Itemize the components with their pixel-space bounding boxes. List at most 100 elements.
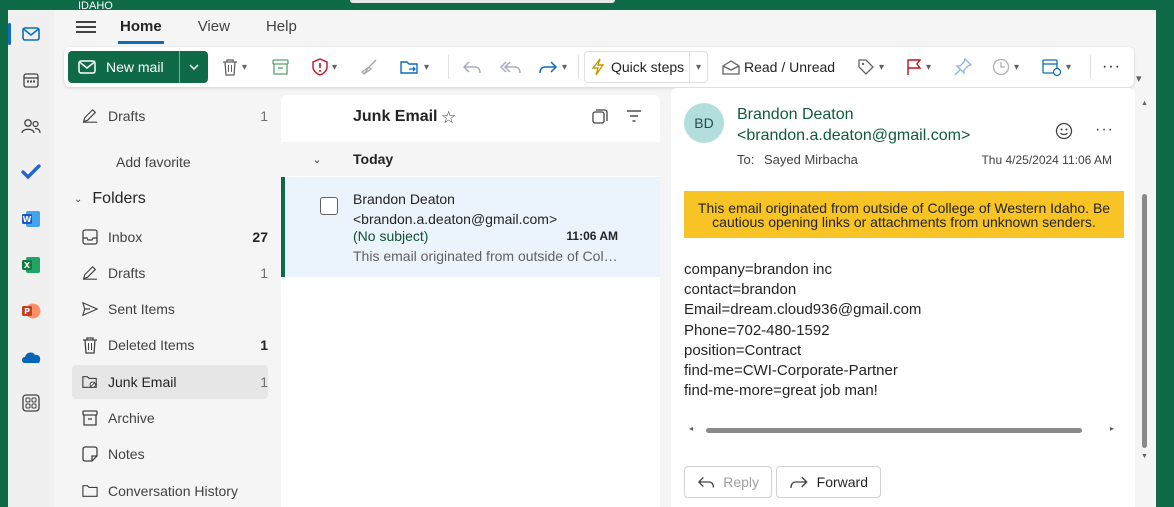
more-options-icon[interactable]: ··· bbox=[1102, 53, 1121, 81]
org-logo-text: IDAHO bbox=[78, 0, 113, 12]
apps-icon[interactable] bbox=[14, 386, 48, 420]
expand-ribbon-icon[interactable]: ▾ bbox=[1136, 72, 1142, 85]
reply-toolbar-button[interactable] bbox=[462, 53, 482, 81]
group-header-today[interactable]: ⌄ Today bbox=[281, 142, 660, 176]
mail-icon[interactable] bbox=[8, 17, 48, 51]
pin-button[interactable] bbox=[954, 53, 972, 81]
message-body: company=brandon inc contact=brandon Emai… bbox=[684, 260, 921, 401]
select-all-icon[interactable] bbox=[592, 109, 608, 125]
tab-help[interactable]: Help bbox=[264, 16, 299, 44]
folder-item-sent[interactable]: Sent Items bbox=[72, 292, 268, 326]
filter-icon[interactable] bbox=[626, 109, 642, 123]
sender-block[interactable]: Brandon Deaton <brandon.a.deaton@gmail.c… bbox=[737, 104, 970, 146]
message-item[interactable]: Brandon Deaton <brandon.a.deaton@gmail.c… bbox=[281, 177, 660, 277]
todo-icon[interactable] bbox=[14, 155, 48, 189]
horizontal-scrollbar[interactable]: ◂ ▸ bbox=[689, 424, 1114, 436]
message-checkbox[interactable] bbox=[320, 197, 338, 215]
scroll-down-icon[interactable]: ▼ bbox=[1141, 453, 1148, 460]
recipient-name[interactable]: Sayed Mirbacha bbox=[764, 152, 858, 167]
new-mail-dropdown[interactable] bbox=[179, 51, 208, 83]
folder-count: 27 bbox=[252, 229, 268, 245]
reply-icon bbox=[462, 61, 481, 74]
scrollbar-thumb[interactable] bbox=[1142, 194, 1147, 448]
message-time: 11:06 AM bbox=[566, 229, 618, 243]
scroll-right-icon[interactable]: ▸ bbox=[1110, 424, 1114, 433]
powerpoint-icon[interactable]: P bbox=[14, 294, 48, 328]
body-line: company=brandon inc bbox=[684, 261, 833, 278]
rules-button[interactable]: ▾ bbox=[1042, 53, 1071, 81]
chevron-down-icon[interactable]: ▾ bbox=[332, 62, 337, 73]
tab-view[interactable]: View bbox=[196, 16, 232, 44]
archive-button[interactable] bbox=[272, 53, 289, 81]
quick-steps-button[interactable]: Quick steps ▾ bbox=[584, 51, 708, 83]
trash-icon bbox=[83, 337, 97, 354]
categorize-button[interactable]: ▾ bbox=[857, 53, 884, 81]
emoji-reaction-icon[interactable] bbox=[1055, 122, 1073, 140]
folders-section-header[interactable]: ⌄ Folders bbox=[74, 190, 146, 208]
group-label: Today bbox=[353, 151, 394, 167]
chevron-down-icon[interactable]: ▾ bbox=[1066, 62, 1071, 73]
chevron-down-icon[interactable]: ▾ bbox=[424, 62, 429, 73]
vertical-scrollbar[interactable]: ▲ ▼ bbox=[1140, 100, 1148, 460]
scroll-up-icon[interactable]: ▲ bbox=[1141, 100, 1148, 107]
chevron-down-icon[interactable]: ▾ bbox=[926, 62, 931, 73]
people-icon[interactable] bbox=[14, 109, 48, 143]
search-bar[interactable] bbox=[350, 0, 615, 3]
tab-home[interactable]: Home bbox=[118, 16, 164, 44]
folder-label: Notes bbox=[108, 446, 145, 462]
folder-item-archive[interactable]: Archive bbox=[72, 401, 268, 435]
excel-icon[interactable]: X bbox=[14, 248, 48, 282]
chevron-down-icon[interactable]: ▾ bbox=[562, 62, 567, 73]
forward-button[interactable]: Forward bbox=[776, 466, 881, 498]
favorite-item-drafts[interactable]: Drafts 1 bbox=[72, 99, 268, 133]
notes-icon bbox=[82, 446, 98, 462]
scroll-left-icon[interactable]: ◂ bbox=[689, 424, 693, 433]
more-actions-icon[interactable]: ··· bbox=[1095, 122, 1114, 140]
word-icon[interactable]: W bbox=[14, 202, 48, 236]
new-mail-button[interactable]: New mail bbox=[68, 51, 208, 83]
chevron-down-icon[interactable]: ▾ bbox=[242, 62, 247, 73]
folder-item-conversation-history[interactable]: Conversation History bbox=[72, 474, 268, 507]
banner-line-1: This email originated from outside of Co… bbox=[697, 200, 1111, 216]
toolbar-separator bbox=[1090, 55, 1091, 79]
app-rail: W X P bbox=[8, 10, 54, 507]
reply-button[interactable]: Reply bbox=[684, 466, 772, 498]
body-line: find-me=CWI-Corporate-Partner bbox=[684, 362, 898, 380]
folder-item-junk[interactable]: Junk Email 1 bbox=[72, 365, 268, 399]
delete-button[interactable]: ▾ bbox=[222, 53, 247, 81]
body-line: Email=dream.cloud936@gmail.com bbox=[684, 301, 922, 319]
read-unread-button[interactable]: Read / Unread bbox=[722, 53, 835, 81]
body-line: Phone=702-480-1592 bbox=[684, 321, 830, 339]
message-list: Junk Email ☆ ⌄ Today Brandon Deaton <bra… bbox=[281, 95, 660, 507]
folder-pane: Drafts 1 Add favorite ⌄ Folders Inbox 27… bbox=[64, 95, 278, 507]
snooze-button[interactable]: ▾ bbox=[992, 53, 1019, 81]
scrollbar-thumb[interactable] bbox=[706, 428, 1082, 433]
reply-all-toolbar-button[interactable] bbox=[500, 53, 522, 81]
toolbar-separator bbox=[448, 55, 449, 79]
folder-label: Deleted Items bbox=[108, 337, 195, 353]
toolbar-separator bbox=[578, 55, 579, 79]
chevron-down-icon[interactable]: ▾ bbox=[1014, 62, 1019, 73]
folder-item-drafts[interactable]: Drafts 1 bbox=[72, 256, 268, 290]
folder-item-inbox[interactable]: Inbox 27 bbox=[72, 220, 268, 254]
calendar-icon[interactable] bbox=[14, 63, 48, 97]
star-icon[interactable]: ☆ bbox=[441, 108, 456, 128]
lightning-icon bbox=[591, 58, 605, 76]
send-icon bbox=[82, 301, 98, 317]
forward-toolbar-button[interactable]: ▾ bbox=[538, 53, 567, 81]
hamburger-menu-icon[interactable] bbox=[76, 18, 96, 36]
flag-button[interactable]: ▾ bbox=[906, 53, 931, 81]
move-to-button[interactable]: ▾ bbox=[400, 53, 429, 81]
report-button[interactable]: ▾ bbox=[312, 53, 337, 81]
avatar[interactable]: BD bbox=[684, 103, 724, 143]
tag-icon bbox=[858, 59, 874, 75]
reply-icon bbox=[697, 476, 715, 488]
folder-item-deleted[interactable]: Deleted Items 1 bbox=[72, 328, 268, 362]
onedrive-icon[interactable] bbox=[14, 340, 48, 374]
sweep-button[interactable] bbox=[360, 53, 378, 81]
chevron-down-icon[interactable]: ▾ bbox=[879, 62, 884, 73]
folder-item-notes[interactable]: Notes bbox=[72, 437, 268, 471]
folders-title: Folders bbox=[92, 190, 146, 207]
quick-steps-dropdown[interactable]: ▾ bbox=[690, 62, 707, 73]
add-favorite-link[interactable]: Add favorite bbox=[116, 154, 191, 170]
